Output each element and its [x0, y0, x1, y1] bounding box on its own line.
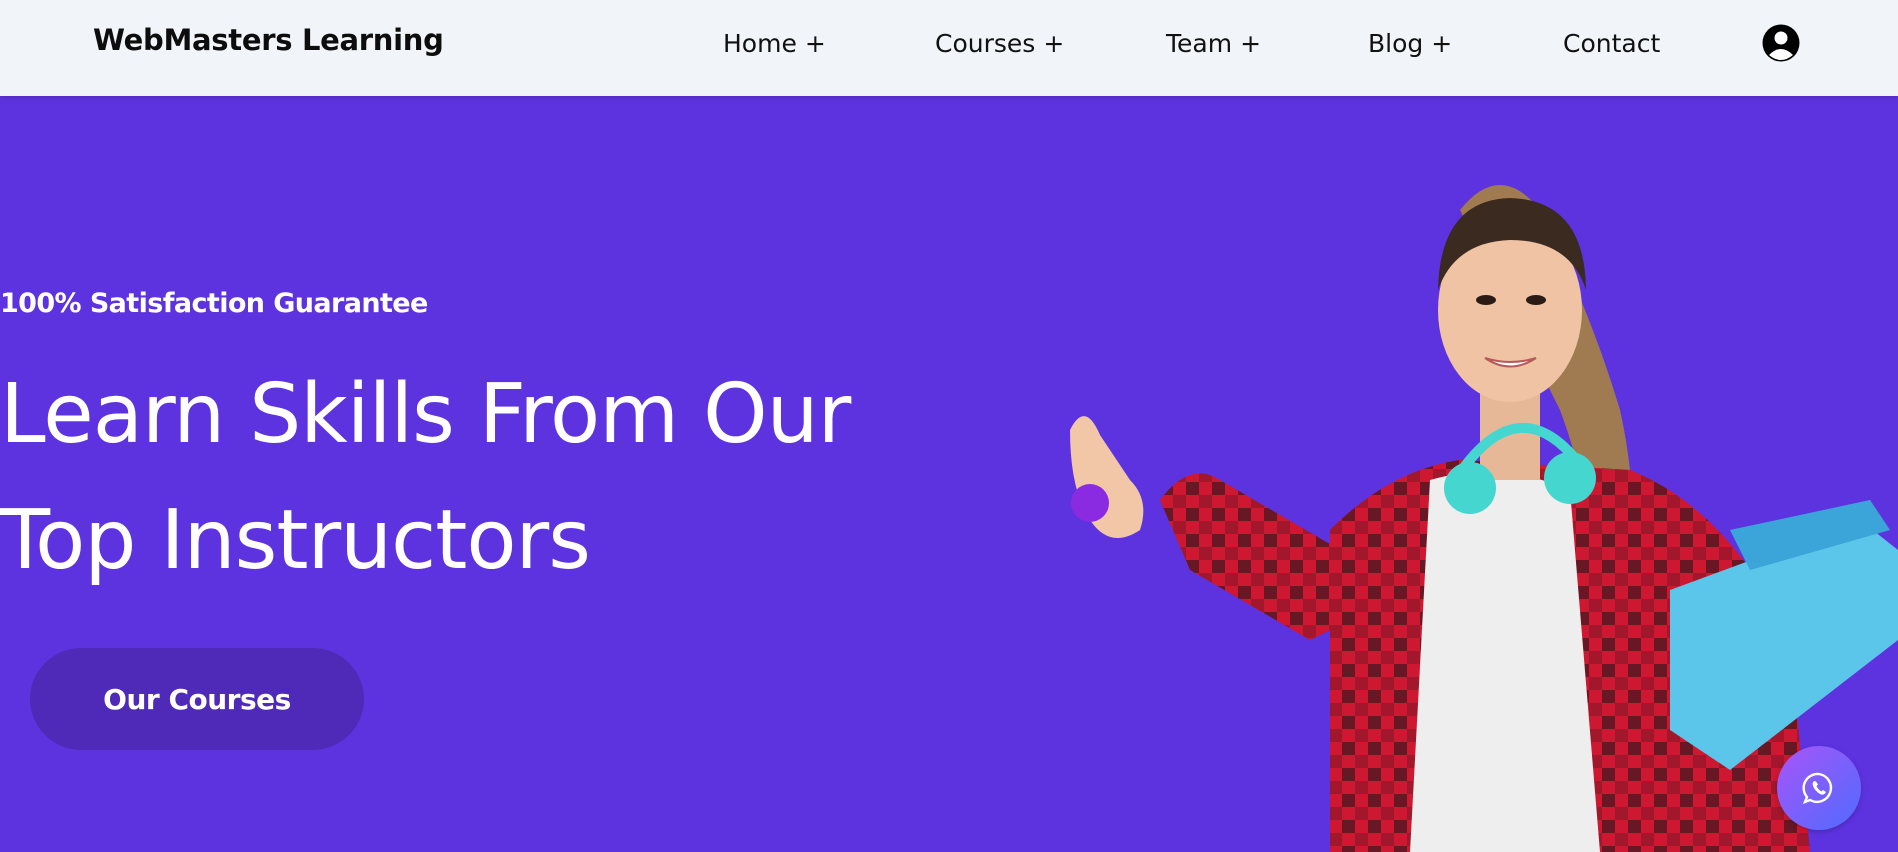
nav-item-team[interactable]: Team + [1166, 29, 1261, 58]
top-navbar: WebMasters Learning Home + Courses + Team +… [0, 0, 1898, 96]
user-account-icon[interactable] [1762, 24, 1800, 62]
nav-item-courses[interactable]: Courses + [935, 29, 1064, 58]
nav-item-label: Blog [1368, 29, 1424, 58]
whatsapp-icon [1802, 772, 1833, 805]
nav-expand-icon: + [1043, 29, 1065, 58]
nav-expand-icon: + [804, 29, 826, 58]
hero-headline: Learn Skills From Our Top Instructors [0, 367, 851, 588]
hero-tagline: 100% Satisfaction Guarantee [0, 288, 428, 319]
nav-item-home[interactable]: Home + [723, 29, 826, 58]
nav-item-label: Home [723, 29, 797, 58]
cursor-dot [1071, 484, 1109, 522]
nav-item-label: Contact [1563, 29, 1661, 58]
nav-item-label: Courses [935, 29, 1036, 58]
nav-item-label: Team [1166, 29, 1233, 58]
brand-logo[interactable]: WebMasters Learning [93, 23, 444, 57]
nav-item-blog[interactable]: Blog + [1368, 29, 1452, 58]
student-photo [1070, 185, 1898, 852]
nav-item-contact[interactable]: Contact [1563, 29, 1660, 58]
our-courses-button[interactable]: Our Courses [30, 648, 364, 750]
nav-expand-icon: + [1240, 29, 1262, 58]
whatsapp-chat-button[interactable] [1777, 746, 1861, 830]
nav-expand-icon: + [1431, 29, 1453, 58]
